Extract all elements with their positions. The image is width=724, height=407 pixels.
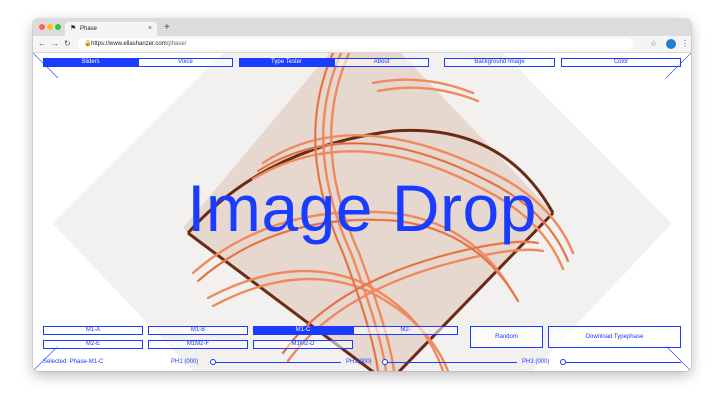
style-button-m1m2-d[interactable]: M1M2-D [253, 340, 353, 349]
random-button[interactable]: Random [470, 326, 543, 348]
close-tab-icon[interactable]: × [148, 22, 152, 36]
ph2-label: PH2(000) [346, 359, 372, 365]
menu-kebab-icon[interactable]: ⋮ [681, 38, 689, 50]
nav-type-tester-button[interactable]: Type Tester [239, 58, 334, 67]
ph3-slider-handle[interactable] [560, 359, 566, 365]
back-arrow-icon[interactable]: ← [38, 38, 46, 50]
ph2-slider-handle[interactable] [382, 359, 388, 365]
style-button-m2[interactable]: M2- [353, 326, 458, 335]
close-window-button[interactable] [39, 24, 45, 30]
ph1-label: PH1 (000) [171, 359, 199, 365]
ph2-slider-track[interactable] [383, 362, 517, 363]
forward-arrow-icon[interactable]: → [51, 38, 59, 50]
page-content: Sliders Voice Type Tester About Backgrou… [33, 53, 691, 371]
profile-avatar[interactable] [666, 39, 676, 49]
download-typephase-button[interactable]: Download Typephase [548, 326, 681, 348]
ph3-label: PH3 (000) [522, 359, 550, 365]
tab-bar: ⚑ Phase × + [33, 19, 691, 36]
ph1-slider-track[interactable] [211, 362, 341, 363]
minimize-window-button[interactable] [47, 24, 53, 30]
browser-tab[interactable]: ⚑ Phase × [65, 22, 157, 36]
style-button-m1-a[interactable]: M1-A [43, 326, 143, 335]
flag-icon: ⚑ [70, 25, 77, 32]
nav-color-button[interactable]: Color [561, 58, 681, 67]
style-button-m1-b[interactable]: M1-B [148, 326, 248, 335]
selected-style-label: Selected: Phase-M1-C [43, 359, 104, 365]
type-tester-headline[interactable]: Image Drop [33, 171, 691, 245]
style-button-m2-e[interactable]: M2-E [43, 340, 143, 349]
url-path: /phase/ [166, 41, 187, 47]
address-toolbar: ← → ↻ 🔒 https://www.ellashanzer.com/phas… [33, 36, 691, 53]
bookmark-star-icon[interactable]: ☆ [650, 38, 657, 50]
browser-window: ⚑ Phase × + ← → ↻ 🔒 https://www.ellashan… [33, 19, 691, 371]
nav-voice-button[interactable]: Voice [138, 58, 233, 67]
maximize-window-button[interactable] [55, 24, 61, 30]
nav-about-button[interactable]: About [334, 58, 429, 67]
tab-title: Phase [80, 26, 98, 32]
ph1-slider-handle[interactable] [210, 359, 216, 365]
reload-icon[interactable]: ↻ [64, 38, 71, 50]
url-field[interactable]: 🔒 https://www.ellashanzer.com/phase/ [78, 38, 633, 50]
style-button-m1m2-f[interactable]: M1M2-F [148, 340, 248, 349]
new-tab-icon[interactable]: + [164, 21, 170, 35]
style-button-m1-c[interactable]: M1-C [253, 326, 353, 335]
nav-sliders-button[interactable]: Sliders [43, 58, 138, 67]
ph3-slider-track[interactable] [561, 362, 681, 363]
nav-background-image-button[interactable]: Background Image [444, 58, 555, 67]
url-host: https://www.ellashanzer.com [91, 41, 167, 47]
